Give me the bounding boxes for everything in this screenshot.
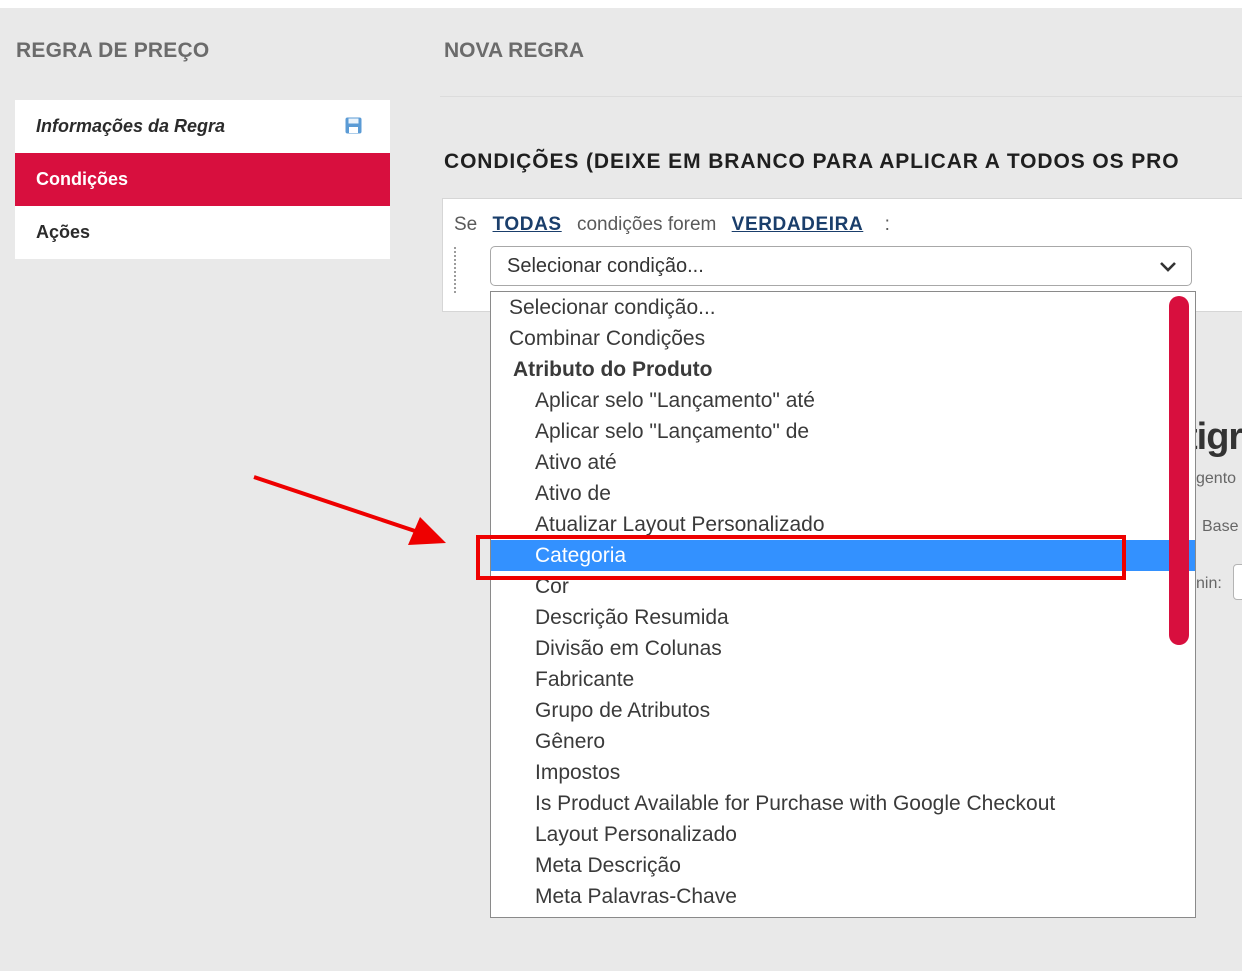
sidebar-nav: Informações da Regra Condições Ações [15, 100, 390, 259]
dropdown-option[interactable]: Divisão em Colunas [491, 633, 1195, 664]
dropdown-option[interactable]: Combinar Condições [491, 323, 1195, 354]
dropdown-option[interactable]: Ativo até [491, 447, 1195, 478]
page-title: NOVA REGRA [444, 39, 585, 62]
dropdown-option[interactable]: Descrição Resumida [491, 602, 1195, 633]
condition-select-value: Selecionar condição... [507, 255, 704, 277]
condition-middle: condições forem [576, 214, 717, 235]
dropdown-option[interactable]: Selecionar condição... [491, 292, 1195, 323]
dropdown-option[interactable]: Grupo de Atributos [491, 695, 1195, 726]
sidebar-item-rule-info[interactable]: Informações da Regra [15, 100, 390, 153]
sidebar-item-label: Ações [36, 222, 91, 242]
sidebar-item-conditions[interactable]: Condições [15, 153, 390, 206]
condition-prefix: Se [454, 214, 478, 235]
dropdown-option[interactable]: Is Product Available for Purchase with G… [491, 788, 1195, 819]
chevron-down-icon [1160, 262, 1176, 272]
dropdown-scrollbar[interactable] [1169, 296, 1189, 645]
dropdown-option[interactable]: Layout Personalizado [491, 819, 1195, 850]
sidebar-item-label: Condições [36, 169, 129, 189]
dropdown-option[interactable]: Aplicar selo "Lançamento" de [491, 416, 1195, 447]
dropdown-option[interactable]: Fabricante [491, 664, 1195, 695]
value-link[interactable]: VERDADEIRA [732, 214, 864, 235]
condition-dropdown-list[interactable]: Selecionar condição... Combinar Condiçõe… [490, 291, 1196, 918]
annotation-highlight-box [476, 535, 1126, 580]
background-text-fragment: Base [1202, 518, 1239, 535]
dropdown-group-label: Atributo do Produto [513, 358, 713, 381]
sidebar-title: REGRA DE PREÇO [16, 39, 210, 62]
dropdown-option[interactable]: Impostos [491, 757, 1195, 788]
condition-sentence: Se TODAS condições forem VERDADEIRA : [454, 214, 896, 236]
dropdown-option[interactable]: Gênero [491, 726, 1195, 757]
dropdown-option[interactable]: Meta Palavras-Chave [491, 881, 1195, 912]
condition-suffix: : [884, 214, 890, 235]
conditions-section-title: CONDIÇÕES (DEIXE EM BRANCO PARA APLICAR … [444, 150, 1180, 173]
sidebar-item-label: Informações da Regra [36, 116, 226, 136]
background-input[interactable] [1233, 564, 1242, 600]
page-canvas: REGRA DE PREÇO Informações da Regra Cond… [0, 8, 1242, 971]
aggregator-link[interactable]: TODAS [493, 214, 562, 235]
background-text-fragment: gento [1196, 470, 1237, 487]
tree-line [454, 247, 456, 293]
background-label-fragment: nin: [1196, 575, 1222, 592]
dropdown-option[interactable]: Aplicar selo "Lançamento" até [491, 385, 1195, 416]
save-icon [345, 117, 362, 134]
sidebar-item-actions[interactable]: Ações [15, 206, 390, 259]
annotation-arrow-icon [253, 475, 446, 545]
header-divider [440, 96, 1242, 97]
dropdown-option[interactable]: Ativo de [491, 478, 1195, 509]
dropdown-option[interactable]: Meta Descrição [491, 850, 1195, 881]
condition-select[interactable]: Selecionar condição... [490, 246, 1192, 286]
